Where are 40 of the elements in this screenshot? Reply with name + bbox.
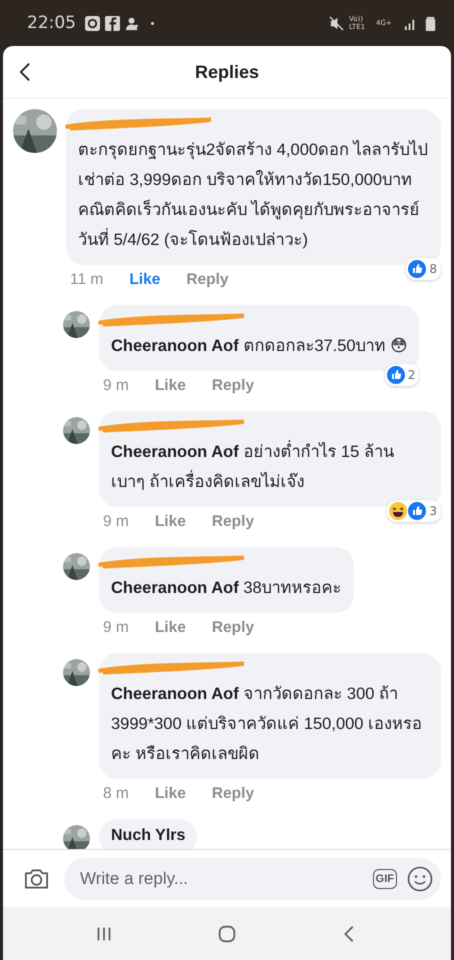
comment-time: 9 m — [103, 619, 129, 637]
back-icon[interactable] — [19, 62, 31, 82]
comment-time: 8 m — [103, 785, 129, 803]
like-reaction-icon — [386, 366, 405, 384]
reply-link[interactable]: Reply — [186, 271, 229, 289]
comment-time: 11 m — [70, 271, 104, 289]
comment-text: ตะกรุดยกฐานะรุ่น2จัดสร้าง 4,000ดอก ไลลารับไปเช่าต่อ 3,999ดอก บริจาคให้ทางวัด150,000บาท คณิตคิดเร็วกันเองนะคับ ได้พูดคุยกับพระอาจารย์วันที่ 5/4/62 (จะโดนฟ้องเปล่าวะ) — [78, 139, 429, 251]
comment-text: Cheeranoon Aof อย่างต่ำกำไร 15 ล้าน เบาๆ ถ้าเครื่องคิดเลขไม่เจ๊ง — [111, 437, 429, 497]
battery-icon — [423, 16, 438, 30]
mute-icon — [329, 16, 344, 30]
reaction-badge[interactable]: 2 — [384, 364, 420, 386]
like-reaction-icon — [408, 260, 426, 278]
clock-time: 22:05 — [27, 13, 76, 33]
comment-text: Cheeranoon Aof จากวัดดอกละ 300 ถ้า 3999*300 แต่บริจาควัดแค่ 150,000 เองหรอคะ หรือเราคิดเลขผิด — [111, 684, 424, 765]
author-name[interactable]: Nuch Ylrs — [111, 827, 186, 845]
comment-text: Cheeranoon Aof ตกดอกละ37.50บาท 😳 — [111, 336, 408, 357]
laughing-face-icon — [389, 502, 408, 520]
reply-input-field[interactable]: Write a reply... GIF — [64, 858, 441, 900]
like-link[interactable]: Like — [154, 377, 186, 395]
like-reaction-icon — [408, 502, 426, 520]
reply-link[interactable]: Reply — [212, 619, 254, 637]
reaction-badge[interactable]: 3 — [387, 500, 441, 522]
person-add-icon — [125, 16, 140, 30]
like-link[interactable]: Like — [154, 513, 186, 531]
reply-link[interactable]: Reply — [212, 377, 254, 395]
camera-icon[interactable] — [23, 866, 50, 890]
gif-button[interactable]: GIF — [372, 868, 397, 888]
like-link[interactable]: Like — [154, 619, 186, 637]
page-title: Replies — [194, 62, 260, 82]
smiley-icon[interactable] — [407, 866, 433, 892]
reaction-badge[interactable]: 8 — [406, 258, 441, 280]
notification-dot — [151, 22, 154, 24]
like-link[interactable]: Like — [154, 785, 186, 803]
like-link[interactable]: Like — [129, 271, 160, 289]
reply-link[interactable]: Reply — [212, 513, 254, 531]
facebook-icon — [105, 16, 120, 30]
comment-text: Cheeranoon Aof 38บาทหรอคะ — [111, 578, 342, 599]
comment-time: 9 m — [103, 377, 129, 395]
reply-link[interactable]: Reply — [212, 785, 254, 803]
comment-time: 9 m — [103, 513, 129, 531]
